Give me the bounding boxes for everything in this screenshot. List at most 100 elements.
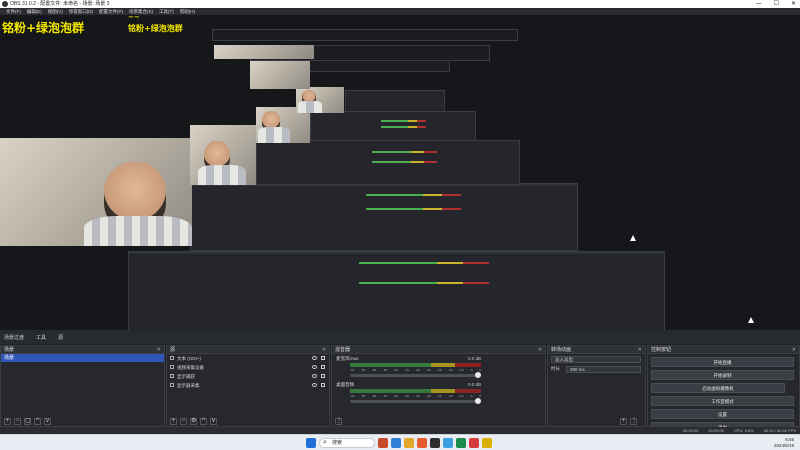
app-icon-7[interactable] — [482, 438, 492, 448]
menu-bar: 文件(F) 编辑(E) 视图(V) 停靠窗口(D) 配置文件(P) 场景集合(S… — [0, 8, 800, 15]
transition-type-select[interactable]: 淡入淡出 — [551, 355, 641, 363]
overlay-text-small: ~~ — [128, 15, 140, 21]
menu-file[interactable]: 文件(F) — [6, 8, 21, 15]
taskbar-search[interactable]: 搜索 — [319, 438, 375, 448]
duration-label: 时长 — [551, 366, 560, 371]
obs-window: OBS 31.0.2 - 配置文件: 未命名 - 场景: 场景 3 — ☐ ✕ … — [0, 0, 800, 450]
scenes-header: 场景 ✕ — [1, 346, 164, 354]
source-item[interactable]: 视频采集设备 — [167, 363, 329, 372]
minimize-button[interactable]: — — [756, 0, 762, 8]
move-up-button[interactable]: ^ — [200, 417, 207, 425]
app-icon-6[interactable] — [469, 438, 479, 448]
mouse-cursor-icon — [630, 235, 636, 241]
app-icon-2[interactable] — [391, 438, 401, 448]
start-virtual-camera-button[interactable]: 启动虚拟摄像机 — [651, 383, 785, 393]
transitions-toolbar: + ⋮ — [548, 416, 645, 426]
app-icon-5[interactable] — [456, 438, 466, 448]
move-down-button[interactable]: v — [44, 417, 51, 425]
add-transition-button[interactable]: + — [620, 417, 627, 425]
obs-taskbar-icon[interactable] — [430, 438, 440, 448]
tab-sources[interactable]: 源 — [58, 334, 63, 341]
lock-icon[interactable] — [321, 356, 325, 360]
visibility-icon[interactable] — [312, 365, 317, 369]
controls-title: 控制按钮 — [651, 347, 672, 353]
fps-readout: 60.00 / 60.00 FPS — [763, 428, 796, 433]
mixer-menu-button[interactable]: ⋮ — [335, 417, 342, 425]
dock-close-icon[interactable]: ✕ — [638, 346, 642, 354]
preview-canvas[interactable]: ~~ 铭粉+绿泡泡群 铭粉+绿泡泡群 — [0, 15, 800, 330]
move-down-button[interactable]: v — [210, 417, 217, 425]
menu-help[interactable]: 帮助(H) — [180, 8, 195, 15]
visibility-icon[interactable] — [312, 383, 317, 387]
app-icon-3[interactable] — [417, 438, 427, 448]
controls-dock: 控制按钮 ✕ 开始直播 开始录制 启动虚拟摄像机 工作室模式 设置 退出 — [647, 345, 800, 432]
menu-docks[interactable]: 停靠窗口(D) — [69, 8, 93, 15]
dock-close-icon[interactable]: ✕ — [157, 346, 161, 354]
folder-icon[interactable] — [404, 438, 414, 448]
meter-ticks: -60 -55 -50 -45 -40 -35 -30 -25 -20 -15 -10 -5 0 — [350, 368, 481, 372]
scene-item[interactable]: 场景 — [1, 354, 164, 362]
system-tray[interactable]: 8:45 2024/6/19 — [774, 437, 794, 449]
transition-menu-button[interactable]: ⋮ — [630, 417, 637, 425]
taskbar-icons: 搜索 — [306, 438, 492, 448]
source-item[interactable]: 文本 (GDI+) — [167, 354, 329, 363]
visibility-icon[interactable] — [312, 374, 317, 378]
nested-screen-6 — [212, 29, 518, 41]
camera-icon — [170, 365, 174, 369]
menu-view[interactable]: 视图(V) — [48, 8, 63, 15]
scene-filter-button[interactable]: ▢ — [24, 417, 31, 425]
start-recording-button[interactable]: 开始录制 — [651, 370, 794, 380]
visibility-icon[interactable] — [312, 356, 317, 360]
app-icon-4[interactable] — [443, 438, 453, 448]
dock-close-icon[interactable]: ✕ — [792, 346, 796, 354]
remove-source-button[interactable]: − — [180, 417, 187, 425]
window-title: OBS 31.0.2 - 配置文件: 未命名 - 场景: 场景 3 — [10, 1, 110, 7]
lock-icon[interactable] — [321, 374, 325, 378]
transition-duration-row: 时长 300 ms — [548, 364, 645, 374]
source-properties-button[interactable]: ⚙ — [190, 417, 197, 425]
add-source-button[interactable]: + — [170, 417, 177, 425]
move-up-button[interactable]: ^ — [34, 417, 41, 425]
overlay-text-medium: 铭粉+绿泡泡群 — [128, 24, 183, 33]
dock-close-icon[interactable]: ✕ — [322, 346, 326, 354]
start-menu-icon[interactable] — [306, 438, 316, 448]
app-icon-1[interactable] — [378, 438, 388, 448]
studio-mode-button[interactable]: 工作室模式 — [651, 396, 794, 406]
lock-icon[interactable] — [321, 365, 325, 369]
source-label: 显示器采集 — [177, 383, 200, 388]
slider-knob[interactable] — [475, 372, 481, 378]
rec-time: 00:00:00 — [708, 428, 724, 433]
close-button[interactable]: ✕ — [791, 0, 796, 8]
mixer-channel-desktop: 桌面音频 0.0 dB -60 -55 -50 -45 -40 -35 -30 -25 -20-… — [336, 382, 541, 406]
menu-profile[interactable]: 配置文件(P) — [99, 8, 123, 15]
menu-edit[interactable]: 编辑(E) — [27, 8, 42, 15]
channel-name: 桌面音频 — [336, 382, 354, 387]
maximize-button[interactable]: ☐ — [774, 0, 779, 8]
channel-db: 0.0 dB — [467, 356, 481, 361]
volume-slider[interactable] — [350, 398, 481, 404]
tab-scene-transitions[interactable]: 场景过渡 — [4, 334, 24, 341]
source-item[interactable]: 显示捕获 — [167, 372, 329, 381]
lock-icon[interactable] — [321, 383, 325, 387]
sources-title: 源 — [170, 347, 176, 353]
start-streaming-button[interactable]: 开始直播 — [651, 357, 794, 367]
add-scene-button[interactable]: + — [4, 417, 11, 425]
overlay-text-large: 铭粉+绿泡泡群 — [2, 21, 85, 35]
settings-button[interactable]: 设置 — [651, 409, 794, 419]
sources-header: 源 ✕ — [167, 346, 329, 354]
tab-tools[interactable]: 工具 — [36, 334, 46, 341]
monitor-icon — [170, 374, 174, 378]
nested-screen-5 — [345, 90, 445, 112]
dock-close-icon[interactable]: ✕ — [538, 346, 542, 354]
mixer-header: 混音器 ✕ — [332, 346, 545, 354]
duration-input[interactable]: 300 ms — [566, 365, 641, 373]
remove-scene-button[interactable]: − — [14, 417, 21, 425]
transition-type-row: 淡入淡出 — [548, 354, 645, 364]
display-icon — [170, 383, 174, 387]
volume-slider[interactable] — [350, 372, 481, 378]
webcam-feed-6 — [250, 61, 310, 89]
menu-scene-collection[interactable]: 场景集合(S) — [129, 8, 153, 15]
slider-knob[interactable] — [475, 398, 481, 404]
source-item[interactable]: 显示器采集 — [167, 381, 329, 390]
menu-tools[interactable]: 工具(T) — [159, 8, 174, 15]
